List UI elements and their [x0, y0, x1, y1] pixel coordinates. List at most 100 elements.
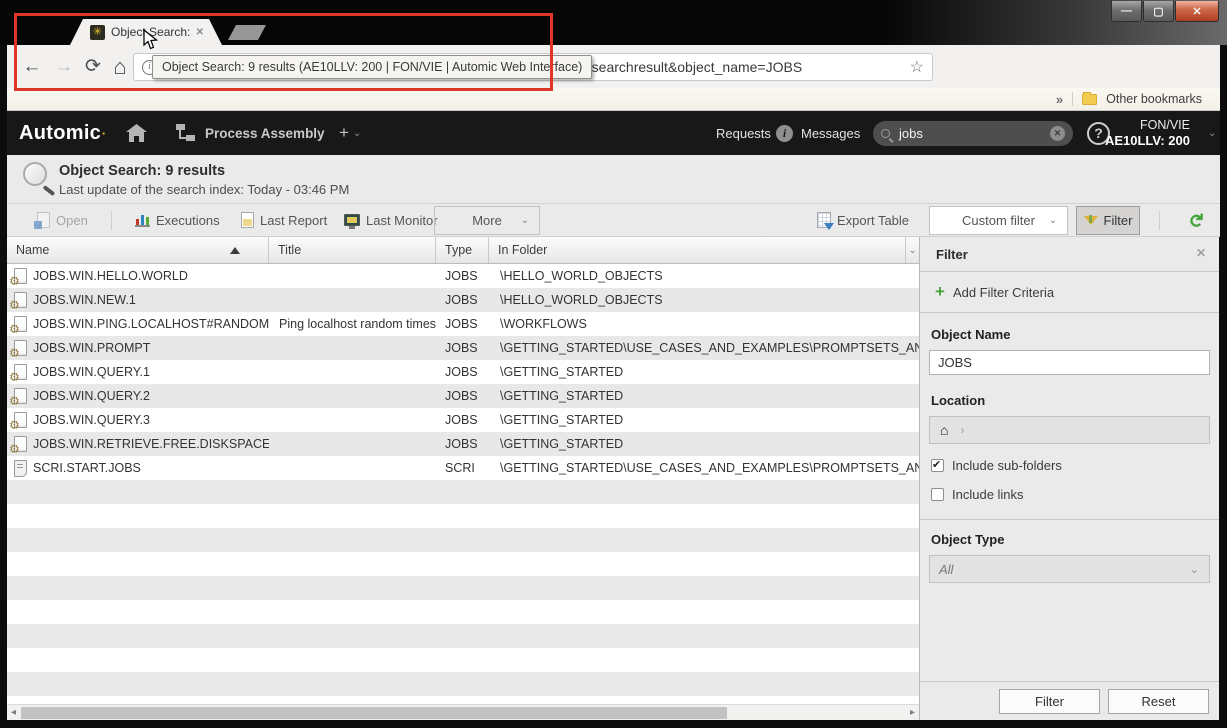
add-filter-criteria-button[interactable]: + Add Filter Criteria — [920, 272, 1219, 313]
refresh-button[interactable]: ↻ — [1187, 204, 1203, 236]
object-type-icon — [11, 340, 28, 357]
client-menu[interactable]: FON/VIE AE10LLV: 200 — [1105, 111, 1190, 155]
process-assembly-icon[interactable] — [175, 111, 197, 155]
table-row[interactable]: JOBS.WIN.RETRIEVE.FREE.DISKSPACE JOBS \G… — [7, 432, 919, 456]
global-search-input[interactable]: jobs ✕ — [873, 121, 1073, 146]
cell-title: Ping localhost random times — [269, 317, 436, 331]
close-button[interactable]: ✕ — [1175, 1, 1219, 22]
cell-name: JOBS.WIN.QUERY.3 — [33, 413, 150, 427]
section-divider — [920, 519, 1219, 520]
executions-icon — [135, 213, 150, 227]
filter-panel-footer: Filter Reset — [920, 681, 1219, 720]
object-name-input[interactable]: JOBS — [929, 350, 1210, 375]
requests-link[interactable]: Requests — [716, 111, 771, 155]
cell-type: SCRI — [436, 461, 489, 475]
reset-filter-button[interactable]: Reset — [1108, 689, 1209, 714]
home-folder-icon[interactable]: ⌂ — [940, 422, 948, 438]
cell-folder: \GETTING_STARTED\USE_CASES_AND_EXAMPLES\… — [489, 341, 919, 355]
custom-filter-dropdown[interactable]: Custom filter⌄ — [929, 206, 1068, 235]
horizontal-scrollbar[interactable]: ◂ ▸ — [7, 704, 919, 720]
url-text: @pa/searchresult&object_name=JOBS — [558, 59, 802, 75]
table-row[interactable]: JOBS.WIN.QUERY.3 JOBS \GETTING_STARTED — [7, 408, 919, 432]
cell-name: JOBS.WIN.PROMPT — [33, 341, 150, 355]
column-header-type[interactable]: Type — [436, 237, 489, 263]
scroll-left-icon[interactable]: ◂ — [11, 707, 16, 718]
apply-filter-button[interactable]: Filter — [999, 689, 1100, 714]
last-monitor-button[interactable]: Last Monitor — [344, 204, 438, 236]
automic-header: Automic▪ Process Assembly + ⌄ Requests i… — [7, 111, 1220, 155]
page-subtitle: Last update of the search index: Today -… — [59, 182, 349, 197]
object-type-icon — [11, 388, 28, 405]
cell-name: JOBS.WIN.RETRIEVE.FREE.DISKSPACE — [33, 437, 269, 451]
plus-icon: + — [339, 123, 349, 143]
executions-button[interactable]: Executions — [135, 204, 220, 236]
other-bookmarks-button[interactable]: Other bookmarks — [1106, 92, 1202, 106]
bookmarks-overflow-icon[interactable]: » — [1056, 92, 1063, 107]
column-header-title[interactable]: Title — [269, 237, 436, 263]
scrollbar-thumb[interactable] — [21, 707, 727, 719]
column-menu-chevron-icon[interactable]: ⌄ — [906, 237, 919, 263]
add-view-button[interactable]: + ⌄ — [339, 111, 361, 155]
automic-logo: Automic▪ — [19, 111, 105, 155]
table-row[interactable]: JOBS.WIN.QUERY.2 JOBS \GETTING_STARTED — [7, 384, 919, 408]
open-button[interactable]: Open — [37, 204, 88, 236]
more-dropdown[interactable]: More⌄ — [434, 206, 540, 235]
home-dashboard-icon[interactable] — [125, 111, 148, 155]
cell-name: JOBS.WIN.QUERY.1 — [33, 365, 150, 379]
column-header-in-folder[interactable]: In Folder — [489, 237, 906, 263]
mouse-cursor — [143, 29, 158, 51]
export-table-button[interactable]: Export Table — [817, 204, 909, 236]
search-value: jobs — [899, 126, 1050, 141]
include-links-option[interactable]: Include links — [931, 487, 1219, 502]
results-table: Name Title Type In Folder ⌄ JOBS.WIN.HEL… — [7, 237, 919, 704]
table-row[interactable]: JOBS.WIN.HELLO.WORLD JOBS \HELLO_WORLD_O… — [7, 264, 919, 288]
page-header: Object Search: 9 results Last update of … — [7, 155, 1220, 204]
object-type-icon — [11, 412, 28, 429]
open-icon — [37, 212, 50, 228]
client-user: FON/VIE — [1140, 118, 1190, 133]
cell-folder: \HELLO_WORLD_OBJECTS — [489, 269, 919, 283]
cell-name: SCRI.START.JOBS — [33, 461, 141, 475]
table-header: Name Title Type In Folder ⌄ — [7, 237, 919, 264]
table-row[interactable]: JOBS.WIN.PING.LOCALHOST#RANDOM Ping loca… — [7, 312, 919, 336]
minimize-button[interactable]: — — [1111, 1, 1142, 22]
table-row[interactable]: JOBS.WIN.NEW.1 JOBS \HELLO_WORLD_OBJECTS — [7, 288, 919, 312]
last-report-button[interactable]: Last Report — [241, 204, 327, 236]
include-subfolders-option[interactable]: Include sub-folders — [931, 458, 1219, 473]
column-header-name[interactable]: Name — [7, 237, 269, 263]
close-filter-icon[interactable]: ✕ — [1196, 246, 1206, 260]
refresh-icon: ↻ — [1183, 212, 1206, 228]
object-type-dropdown[interactable]: All ⌄ — [929, 555, 1210, 583]
include-links-checkbox[interactable] — [931, 488, 944, 501]
table-row[interactable]: JOBS.WIN.PROMPT JOBS \GETTING_STARTED\US… — [7, 336, 919, 360]
messages-link[interactable]: Messages — [801, 111, 860, 155]
object-type-icon — [11, 268, 28, 285]
cell-folder: \WORKFLOWS — [489, 317, 919, 331]
tab-process-assembly[interactable]: Process Assembly — [205, 111, 325, 155]
page-title: Object Search: 9 results — [59, 163, 225, 179]
object-name-label: Object Name — [931, 327, 1219, 342]
include-subfolders-checkbox[interactable] — [931, 459, 944, 472]
chevron-down-icon: ⌄ — [1049, 215, 1057, 226]
location-breadcrumb[interactable]: ⌂ › — [929, 416, 1210, 444]
export-table-icon — [817, 212, 831, 228]
filter-toggle-button[interactable]: Filter — [1076, 206, 1140, 235]
bookmark-star-icon[interactable]: ☆ — [910, 57, 924, 77]
table-row[interactable]: SCRI.START.JOBS SCRI \GETTING_STARTED\US… — [7, 456, 919, 480]
object-type-icon — [11, 316, 28, 333]
toolbar-divider — [111, 211, 112, 230]
last-monitor-icon — [344, 214, 360, 226]
client-chevron-icon: ⌄ — [1208, 111, 1216, 155]
last-report-icon — [241, 212, 254, 228]
scroll-right-icon[interactable]: ▸ — [910, 707, 915, 718]
clear-search-icon[interactable]: ✕ — [1050, 126, 1065, 141]
messages-info-icon[interactable]: i — [776, 111, 793, 155]
location-label: Location — [931, 393, 1219, 408]
filter-panel: Filter ✕ + Add Filter Criteria Object Na… — [919, 237, 1219, 720]
folder-icon — [1082, 94, 1097, 105]
table-row[interactable]: JOBS.WIN.QUERY.1 JOBS \GETTING_STARTED — [7, 360, 919, 384]
cell-folder: \GETTING_STARTED — [489, 389, 919, 403]
restore-button[interactable]: ▢ — [1143, 1, 1174, 22]
plus-icon: + — [935, 282, 945, 302]
object-search-icon — [23, 162, 47, 186]
